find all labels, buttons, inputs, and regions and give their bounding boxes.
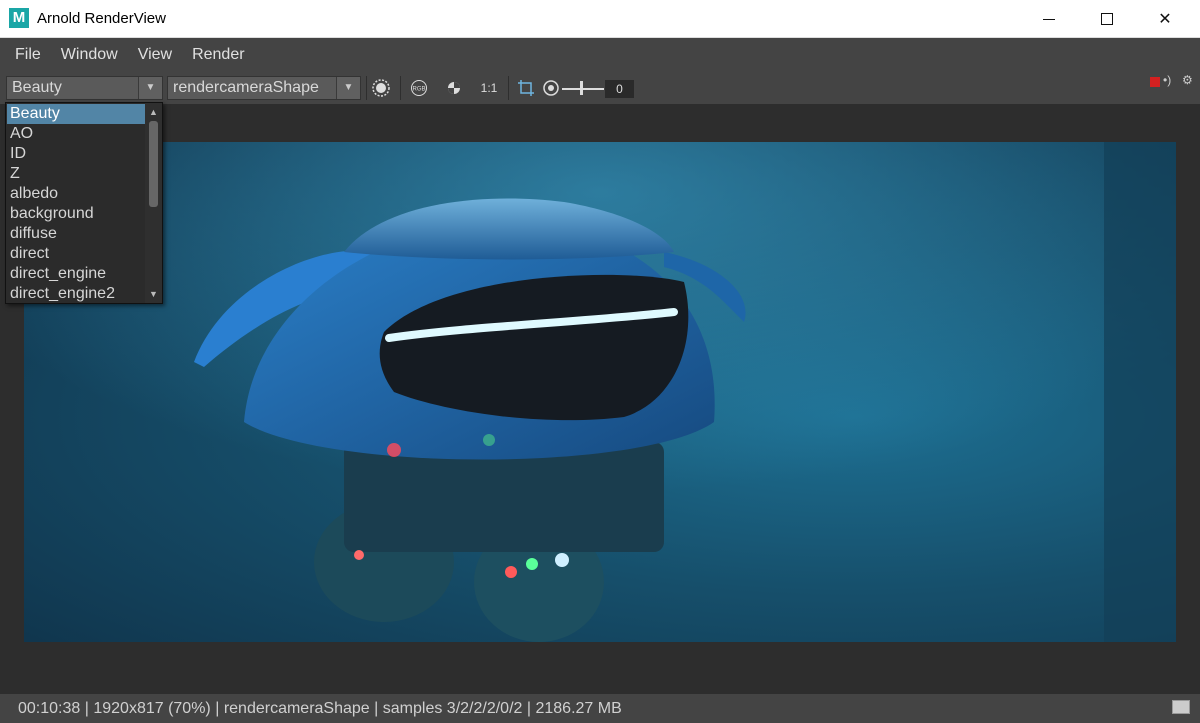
isolate-icon[interactable]: •) (1163, 73, 1171, 87)
maximize-icon (1101, 13, 1113, 25)
aov-select-value: Beauty (12, 79, 62, 96)
maya-app-icon: M (9, 8, 29, 28)
status-separator: | (215, 700, 224, 717)
stop-render-icon[interactable] (1150, 77, 1160, 87)
render-image (24, 142, 1176, 642)
exposure-icon[interactable] (540, 78, 562, 98)
status-resolution: 1920x817 (70%) (93, 700, 211, 717)
crop-region-icon[interactable] (515, 78, 537, 98)
menu-render[interactable]: Render (182, 38, 254, 72)
exposure-value-field[interactable]: 0 (605, 80, 634, 98)
aov-dropdown-list[interactable]: Beauty AO ID Z albedo background diffuse… (5, 102, 163, 304)
scroll-down-icon[interactable]: ▼ (145, 287, 162, 301)
toolbar: Beauty ▼ rendercameraShape ▼ RGB 1:1 0 (0, 72, 1200, 104)
aov-select[interactable]: Beauty ▼ (6, 76, 163, 100)
menu-view[interactable]: View (128, 38, 182, 72)
exposure-slider[interactable] (562, 78, 604, 98)
exposure-slider-track (562, 88, 604, 90)
aov-option-direct[interactable]: direct (7, 244, 145, 264)
color-toggle-icon[interactable] (443, 78, 465, 98)
status-separator: | (374, 700, 383, 717)
title-bar: M Arnold RenderView ✕ (0, 0, 1200, 38)
camera-select-value: rendercameraShape (173, 79, 319, 96)
aov-option-diffuse[interactable]: diffuse (7, 224, 145, 244)
zoom-one-to-one-button[interactable]: 1:1 (477, 78, 501, 98)
scrollbar-thumb[interactable] (149, 121, 158, 207)
rgb-channels-icon[interactable]: RGB (408, 78, 430, 98)
minimize-icon (1043, 18, 1055, 20)
toolbar-divider (400, 76, 401, 100)
toolbar-divider (366, 76, 367, 100)
rgb-label: RGB (412, 87, 425, 93)
status-bar: 00:10:38 | 1920x817 (70%) | rendercamera… (0, 694, 1200, 723)
menu-bar: File Window View Render (0, 38, 1200, 72)
settings-gear-icon[interactable]: ⚙ (1182, 73, 1193, 87)
aov-option-ao[interactable]: AO (7, 124, 145, 144)
aov-option-beauty[interactable]: Beauty (7, 104, 145, 124)
aov-option-direct-engine[interactable]: direct_engine (7, 264, 145, 284)
menu-window[interactable]: Window (51, 38, 128, 72)
status-memory: 2186.27 MB (535, 700, 622, 717)
minimize-button[interactable] (1026, 0, 1072, 38)
render-icon[interactable] (370, 78, 392, 98)
chevron-down-icon[interactable]: ▼ (336, 77, 360, 99)
menu-file[interactable]: File (5, 38, 51, 72)
snapshot-icon[interactable] (1172, 700, 1190, 714)
close-button[interactable]: ✕ (1142, 0, 1188, 38)
render-viewport[interactable] (0, 104, 1200, 694)
chevron-down-icon[interactable]: ▼ (138, 77, 162, 99)
scroll-up-icon[interactable]: ▲ (145, 105, 162, 119)
status-camera: rendercameraShape (223, 700, 370, 717)
camera-select[interactable]: rendercameraShape ▼ (167, 76, 361, 100)
robot-render-illustration (24, 142, 1176, 642)
exposure-slider-handle[interactable] (580, 81, 583, 95)
aov-option-background[interactable]: background (7, 204, 145, 224)
aov-option-albedo[interactable]: albedo (7, 184, 145, 204)
maximize-button[interactable] (1084, 0, 1130, 38)
close-icon: ✕ (1158, 11, 1172, 28)
aov-option-id[interactable]: ID (7, 144, 145, 164)
dropdown-scrollbar[interactable]: ▲ ▼ (145, 103, 162, 303)
aov-option-z[interactable]: Z (7, 164, 145, 184)
aov-option-direct-engine2[interactable]: direct_engine2 (7, 284, 145, 304)
status-samples: samples 3/2/2/2/0/2 (382, 700, 523, 717)
aov-dropdown-items: Beauty AO ID Z albedo background diffuse… (7, 104, 145, 304)
window-title: Arnold RenderView (37, 10, 166, 27)
status-render-time: 00:10:38 (18, 700, 81, 717)
toolbar-divider (508, 76, 509, 100)
